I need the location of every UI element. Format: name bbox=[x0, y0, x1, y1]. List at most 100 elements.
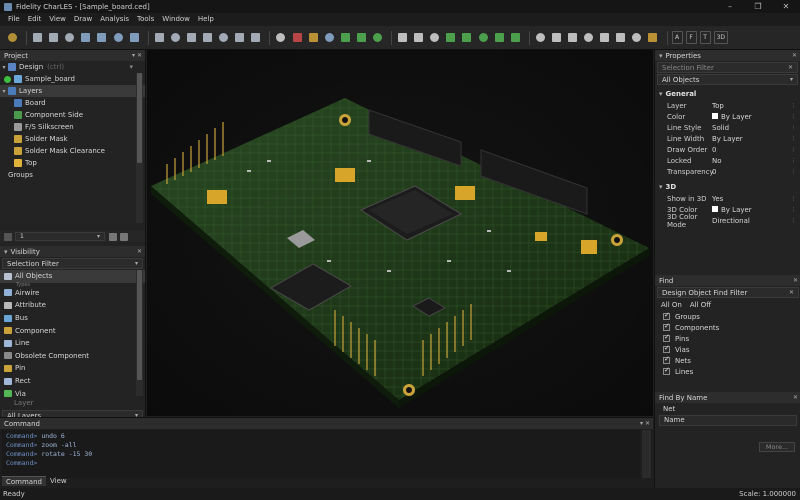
value-dropdown-icon[interactable]: ⋮ bbox=[791, 194, 796, 204]
3d-section[interactable]: ▾ 3D bbox=[655, 181, 800, 193]
toolbar-tool-11-icon[interactable] bbox=[185, 31, 198, 44]
panel-close-icon[interactable]: ✕ bbox=[137, 246, 142, 257]
value-dropdown-icon[interactable]: ⋮ bbox=[791, 216, 796, 226]
toolbar-tool-8-icon[interactable] bbox=[128, 31, 141, 44]
visibility-item[interactable]: Pin bbox=[0, 362, 145, 375]
toolbar-tool-32-icon[interactable] bbox=[550, 31, 563, 44]
checkbox[interactable] bbox=[663, 333, 670, 342]
checkbox[interactable] bbox=[663, 344, 670, 353]
close-icon[interactable]: ✕ bbox=[788, 64, 793, 71]
toolbar-tool-5-icon[interactable] bbox=[79, 31, 92, 44]
toolbar-tool-25-icon[interactable] bbox=[428, 31, 441, 44]
project-footer-dropdown[interactable]: 1 ▾ bbox=[15, 232, 105, 241]
checkbox[interactable] bbox=[663, 311, 670, 320]
collapse-icon[interactable]: ▾ bbox=[659, 183, 663, 191]
value-dropdown-icon[interactable]: ⋮ bbox=[791, 156, 796, 166]
collapse-icon[interactable]: ▾ bbox=[659, 90, 663, 98]
value-dropdown-icon[interactable]: ⋮ bbox=[791, 145, 796, 155]
general-section[interactable]: ▾ General bbox=[655, 88, 800, 100]
menu-draw[interactable]: Draw bbox=[70, 13, 96, 26]
value-dropdown-icon[interactable]: ⋮ bbox=[791, 112, 796, 122]
panel-close-icon[interactable]: ✕ bbox=[792, 50, 797, 61]
visibility-item[interactable]: Attribute bbox=[0, 299, 145, 312]
tab-view[interactable]: View bbox=[46, 476, 71, 486]
filter-icon[interactable] bbox=[4, 232, 12, 241]
scroll-thumb[interactable] bbox=[137, 73, 142, 163]
close-button[interactable]: ✕ bbox=[772, 0, 800, 13]
3d-viewport[interactable] bbox=[147, 50, 653, 416]
visibility-scrollbar[interactable] bbox=[136, 270, 143, 396]
toolbar-tool-19-icon[interactable] bbox=[323, 31, 336, 44]
toolbar-tool-37-icon[interactable] bbox=[630, 31, 643, 44]
toolbar-tool-30-icon[interactable] bbox=[509, 31, 522, 44]
visibility-item[interactable]: All Objects bbox=[0, 270, 145, 283]
toolbar-tool-12-icon[interactable] bbox=[201, 31, 214, 44]
property-value[interactable]: 0 ⋮ bbox=[710, 145, 800, 155]
value-dropdown-icon[interactable]: ⋮ bbox=[791, 134, 796, 144]
panel-close-icon[interactable]: ▾ ✕ bbox=[640, 418, 650, 429]
property-value[interactable]: By Layer ⋮ bbox=[710, 112, 800, 122]
panel-close-icon[interactable]: ✕ bbox=[793, 275, 798, 286]
panel-close-icon[interactable]: ✕ bbox=[793, 392, 798, 403]
property-value[interactable]: 0 ⋮ bbox=[710, 167, 800, 177]
visibility-item[interactable]: Airwire bbox=[0, 287, 145, 300]
properties-filter-dropdown[interactable]: Selection Filter ✕ bbox=[657, 62, 798, 73]
panel-close-icon[interactable]: ▾ ✕ bbox=[132, 50, 142, 61]
find-option[interactable]: Groups bbox=[655, 311, 800, 322]
menu-view[interactable]: View bbox=[45, 13, 70, 26]
name-input[interactable]: Name bbox=[659, 415, 797, 426]
toolbar-tool-33-icon[interactable] bbox=[566, 31, 579, 44]
toolbar-tool-34-icon[interactable] bbox=[582, 31, 595, 44]
all-on-button[interactable]: All On bbox=[661, 301, 682, 309]
visibility-item[interactable]: Component bbox=[0, 324, 145, 337]
layer-item[interactable]: Solder Mask Clearance bbox=[0, 145, 145, 157]
expand-caret-icon[interactable]: ▾ bbox=[0, 64, 8, 71]
checkbox[interactable] bbox=[663, 366, 670, 375]
command-output[interactable]: Command> undo 6 Command> zoom -all Command> r… bbox=[2, 430, 640, 478]
dropdown-arrow-icon[interactable]: ▾ bbox=[129, 63, 133, 71]
delete-icon[interactable] bbox=[120, 232, 128, 241]
pcb-3d-render[interactable] bbox=[147, 50, 653, 416]
selection-filter-dropdown[interactable]: Selection Filter ▾ bbox=[2, 258, 143, 269]
all-off-button[interactable]: All Off bbox=[690, 301, 711, 309]
property-value[interactable]: Directional ⋮ bbox=[710, 216, 800, 226]
toolbar-tool-21-icon[interactable] bbox=[355, 31, 368, 44]
property-value[interactable]: By Layer ⋮ bbox=[710, 134, 800, 144]
find-filter-dropdown[interactable]: Design Object Find Filter ✕ bbox=[657, 287, 799, 298]
visibility-item[interactable]: Rect bbox=[0, 375, 145, 388]
toolbar-tool-27-icon[interactable] bbox=[460, 31, 473, 44]
toolbar-tool-13-icon[interactable] bbox=[217, 31, 230, 44]
project-scrollbar[interactable] bbox=[136, 73, 143, 223]
layer-item[interactable]: Solder Mask bbox=[0, 133, 145, 145]
property-value[interactable]: By Layer ⋮ bbox=[710, 205, 800, 215]
more-button[interactable]: More... bbox=[759, 442, 795, 452]
layer-item[interactable]: F/S Silkscreen bbox=[0, 121, 145, 133]
toolbar-tool-24-icon[interactable] bbox=[412, 31, 425, 44]
property-value[interactable]: Solid ⋮ bbox=[710, 123, 800, 133]
property-value[interactable]: Top ⋮ bbox=[710, 101, 800, 111]
find-option[interactable]: Pins bbox=[655, 333, 800, 344]
menu-edit[interactable]: Edit bbox=[24, 13, 46, 26]
maximize-button[interactable]: ❐ bbox=[744, 0, 772, 13]
command-scrollbar[interactable] bbox=[642, 430, 651, 478]
menu-analysis[interactable]: Analysis bbox=[96, 13, 133, 26]
value-dropdown-icon[interactable]: ⋮ bbox=[791, 167, 796, 177]
toolbar-tool-16-icon[interactable] bbox=[274, 31, 287, 44]
close-icon[interactable]: ✕ bbox=[789, 289, 794, 296]
tree-board-file[interactable]: Sample_board bbox=[0, 73, 145, 85]
toolbar-tool-10-icon[interactable] bbox=[169, 31, 182, 44]
toolbar-tool-36-icon[interactable] bbox=[614, 31, 627, 44]
toolbar-tool-22-icon[interactable] bbox=[371, 31, 384, 44]
visibility-item[interactable]: Line bbox=[0, 337, 145, 350]
visibility-item[interactable]: Via bbox=[0, 387, 145, 400]
object-type-dropdown[interactable]: All Objects ▾ bbox=[657, 74, 798, 85]
checkbox[interactable] bbox=[663, 322, 670, 331]
toolbar-tool-20-icon[interactable] bbox=[339, 31, 352, 44]
tree-layers[interactable]: ▾ Layers bbox=[0, 85, 145, 97]
visibility-item[interactable]: Obsolete Component bbox=[0, 350, 145, 363]
find-option[interactable]: Lines bbox=[655, 366, 800, 377]
menu-file[interactable]: File bbox=[4, 13, 24, 26]
tree-design[interactable]: ▾ Design (ctrl) ▾ bbox=[0, 61, 145, 73]
find-option[interactable]: Vias bbox=[655, 344, 800, 355]
toolbar-tool-2-icon[interactable] bbox=[31, 31, 44, 44]
